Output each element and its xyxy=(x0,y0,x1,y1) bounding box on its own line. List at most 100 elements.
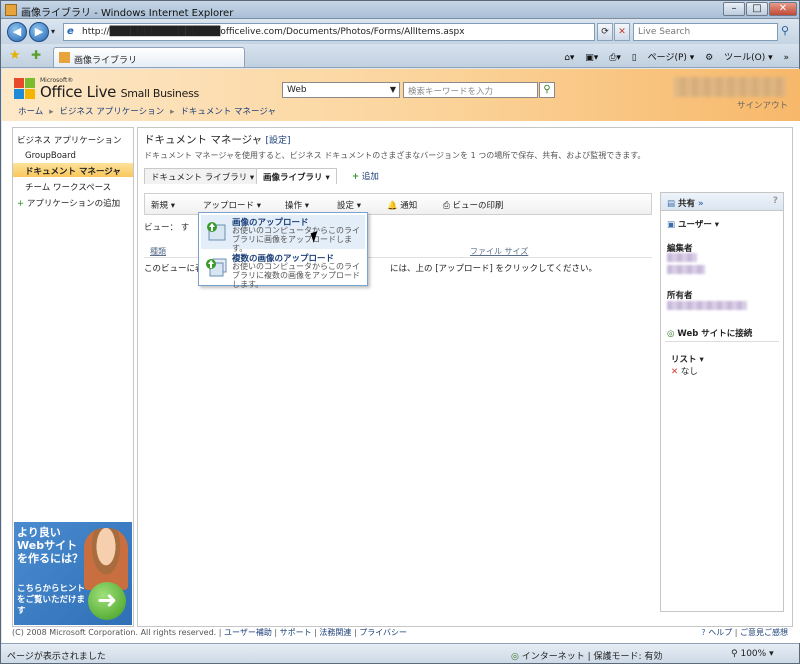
footer-feedback[interactable]: ご意見ご感想 xyxy=(740,628,788,637)
footer-help-links: ? ヘルプ | ご意見ご感想 xyxy=(701,628,788,637)
print-view-label: ビューの印刷 xyxy=(452,201,504,211)
connect-website-label: Web サイトに接続 xyxy=(677,329,753,339)
zoom-icon: ⚲ xyxy=(731,649,738,659)
upload-multiple-icon xyxy=(206,258,227,277)
help-icon[interactable]: ? xyxy=(773,196,778,206)
editor-name-blurred xyxy=(667,265,705,274)
breadcrumb-separator-icon: ▸ xyxy=(49,107,54,117)
print-icon[interactable]: ⎙▾ xyxy=(609,53,621,63)
close-button[interactable]: ✕ xyxy=(769,2,797,16)
signout-link[interactable]: サインアウト xyxy=(737,99,788,111)
upload-menu-label: アップロード xyxy=(203,201,255,211)
view-selector[interactable]: ビュー： す xyxy=(144,221,189,233)
stop-button[interactable]: ✕ xyxy=(614,23,630,41)
home-icon[interactable]: ⌂▾ xyxy=(564,53,574,63)
promo-person-image xyxy=(84,528,128,590)
footer-help[interactable]: ヘルプ xyxy=(708,628,732,637)
history-dropdown-icon[interactable]: ▾ xyxy=(51,27,55,36)
list-label: リスト xyxy=(671,355,697,365)
promo-banner[interactable]: より良いWebサイトを作るには？ こちらからヒントをご覧いただけます ➜ xyxy=(14,522,132,625)
page-menu[interactable]: ▯ ページ(P) ▾ xyxy=(632,53,695,63)
search-icon[interactable]: ⚲ xyxy=(781,24,789,37)
actions-menu[interactable]: 操作 ▾ xyxy=(285,199,309,211)
tab-image-library[interactable]: 画像ライブラリ ▾ xyxy=(256,168,337,184)
tab-document-library[interactable]: ドキュメント ライブラリ ▾ xyxy=(144,168,262,184)
favorites-star-icon[interactable]: ★ xyxy=(9,48,21,63)
collapse-icon[interactable]: » xyxy=(698,199,704,209)
footer-link-privacy[interactable]: プライバシー xyxy=(359,628,407,637)
site-search-input[interactable]: 検索キーワードを入力 xyxy=(403,82,538,98)
search-go-icon[interactable]: ⚲ xyxy=(539,82,555,98)
more-icon[interactable]: » xyxy=(783,53,789,63)
status-text: ページが表示されました xyxy=(7,652,106,662)
footer-link-support[interactable]: サポート xyxy=(280,628,312,637)
page-title-text: ドキュメント マネージャ xyxy=(144,134,263,146)
users-menu[interactable]: ▣ ユーザー ▾ xyxy=(667,218,719,230)
logo-text: Office Live Small Business xyxy=(40,83,199,101)
connect-website[interactable]: ◎ Web サイトに接続 xyxy=(667,327,752,339)
web-page: Microsoft® Office Live Small Business We… xyxy=(2,69,800,643)
zoom-control[interactable]: ⚲ 100% ▾ xyxy=(731,649,774,659)
footer-link-legal[interactable]: 法務関連 xyxy=(319,628,351,637)
footer-link-accessibility[interactable]: ユーザー補助 xyxy=(224,628,272,637)
column-type[interactable]: 種類 xyxy=(150,246,166,257)
upload-menu[interactable]: アップロード ▾ xyxy=(203,199,261,211)
ie-page-icon xyxy=(5,4,17,16)
add-tab-label: 追加 xyxy=(361,172,379,182)
actions-menu-label: 操作 xyxy=(285,201,303,211)
live-search-input[interactable]: Live Search xyxy=(633,23,778,41)
nav-add-application-label: アプリケーションの追加 xyxy=(26,199,121,209)
settings-menu[interactable]: 設定 ▾ xyxy=(337,199,361,211)
arrow-right-icon[interactable]: ➜ xyxy=(88,582,126,620)
help-circle-icon: ? xyxy=(701,628,706,637)
browser-window: 画像ライブラリ - Windows Internet Explorer – □ … xyxy=(0,0,800,664)
breadcrumb-document-manager[interactable]: ドキュメント マネージャ xyxy=(180,107,276,117)
print-view-button[interactable]: ⎙ ビューの印刷 xyxy=(443,199,504,211)
security-zone: ◎ インターネット | 保護モード: 有効 xyxy=(511,649,662,662)
users-label: ユーザー xyxy=(678,220,712,230)
add-tab-link[interactable]: + 追加 xyxy=(352,170,379,182)
menu-item-upload-multiple[interactable]: 複数の画像のアップロード お使いのコンピュータからこのライブラリに複数の画像をア… xyxy=(201,251,365,289)
users-icon: ▣ xyxy=(667,220,676,230)
chevron-down-icon: ▼ xyxy=(389,85,396,94)
globe-icon: ◎ xyxy=(667,329,675,339)
minimize-button[interactable]: – xyxy=(723,2,745,16)
forward-button[interactable]: ▶ xyxy=(29,22,49,42)
nav-business-apps[interactable]: ビジネス アプリケーション xyxy=(13,132,133,146)
alert-button[interactable]: 🔔 通知 xyxy=(387,199,417,211)
logo-main: Office Live xyxy=(40,83,117,101)
owner-name-blurred xyxy=(667,301,747,310)
title-bar: 画像ライブラリ - Windows Internet Explorer – □ … xyxy=(1,1,799,19)
back-button[interactable]: ◀ xyxy=(7,22,27,42)
promo-subtext: こちらからヒントをご覧いただけます xyxy=(17,584,86,616)
browser-tab[interactable]: 画像ライブラリ xyxy=(53,47,245,67)
tools-menu[interactable]: ⚙ ツール(O) ▾ xyxy=(705,53,772,63)
feeds-icon[interactable]: ▣▾ xyxy=(585,53,598,63)
tab-toolbar: ★ ✚ 画像ライブラリ ⌂▾ ▣▾ ⎙▾ ▯ ページ(P) ▾ ⚙ ツール(O)… xyxy=(1,44,799,68)
tab-document-library-label: ドキュメント ライブラリ xyxy=(151,173,248,183)
new-menu[interactable]: 新規 ▾ xyxy=(151,199,175,211)
breadcrumb-business-apps[interactable]: ビジネス アプリケーション xyxy=(60,107,165,117)
tab-image-library-label: 画像ライブラリ xyxy=(263,173,323,183)
menu-item-upload-image[interactable]: 画像のアップロード お使いのコンピュータからこのライブラリに画像をアップロードし… xyxy=(201,215,365,253)
settings-link[interactable]: [設定] xyxy=(265,136,290,146)
column-file-size[interactable]: ファイル サイズ xyxy=(470,246,528,257)
bell-icon: 🔔 xyxy=(387,201,398,211)
add-favorite-icon[interactable]: ✚ xyxy=(31,48,41,62)
search-scope-select[interactable]: Web ▼ xyxy=(282,82,400,98)
tab-title: 画像ライブラリ xyxy=(74,56,138,66)
address-url: http://████████████████officelive.com/Do… xyxy=(82,27,465,37)
nav-document-manager[interactable]: ドキュメント マネージャ xyxy=(13,163,133,177)
refresh-button[interactable]: ⟳ xyxy=(597,23,613,41)
maximize-button[interactable]: □ xyxy=(746,2,768,16)
breadcrumb-home[interactable]: ホーム xyxy=(18,107,43,117)
nav-add-application[interactable]: + アプリケーションの追加 xyxy=(13,195,133,209)
nav-groupboard[interactable]: GroupBoard xyxy=(13,149,133,163)
nav-team-workspace[interactable]: チーム ワークスペース xyxy=(13,179,133,193)
page-icon xyxy=(59,52,70,63)
address-bar[interactable]: e http://████████████████officelive.com/… xyxy=(63,23,595,41)
list-menu[interactable]: リスト ▾ xyxy=(671,353,704,365)
breadcrumb-separator-icon: ▸ xyxy=(170,107,175,117)
owner-label: 所有者 xyxy=(667,291,693,301)
view-value: す xyxy=(180,223,190,233)
